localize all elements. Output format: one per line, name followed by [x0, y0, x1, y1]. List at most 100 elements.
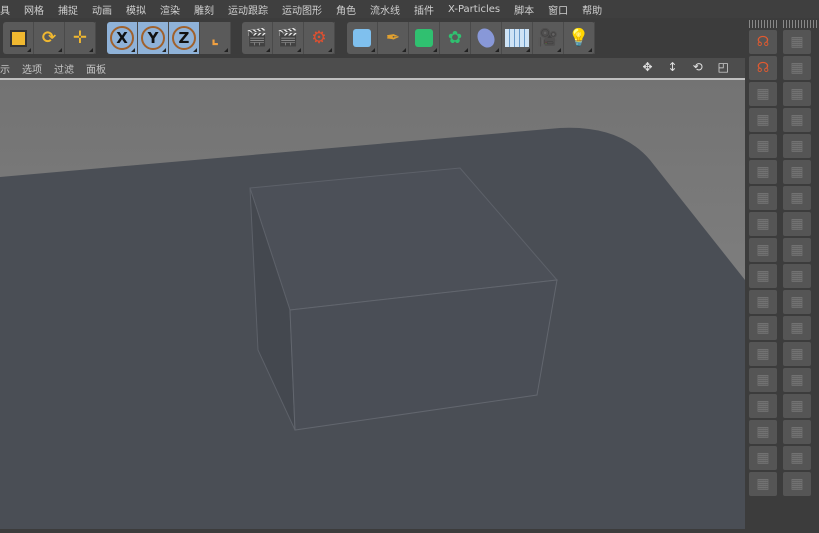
palette-tool-button[interactable]: ▦: [783, 56, 811, 80]
right-tool-palette-2: ▦ ▦ ▦ ▦ ▦ ▦ ▦ ▦ ▦ ▦ ▦ ▦ ▦ ▦ ▦ ▦ ▦ ▦: [781, 18, 819, 527]
render-picture-viewer-button[interactable]: 🎬: [273, 22, 304, 54]
tool-icon: ▦: [790, 294, 804, 310]
palette-tool-button[interactable]: ▦: [749, 290, 777, 314]
axis-x-button[interactable]: X: [107, 22, 138, 54]
palette-tool-button[interactable]: ▦: [749, 472, 777, 496]
palette-tool-button[interactable]: ▦: [783, 108, 811, 132]
light-button[interactable]: 💡: [564, 22, 595, 54]
menu-item[interactable]: 运动跟踪: [228, 2, 268, 17]
tool-icon: ▦: [790, 190, 804, 206]
axis-z-button[interactable]: Z: [169, 22, 200, 54]
palette-tool-button[interactable]: ▦: [749, 368, 777, 392]
move-button[interactable]: ✛: [65, 22, 96, 54]
palette-grip[interactable]: [749, 20, 777, 28]
palette-tool-button[interactable]: ▦: [749, 316, 777, 340]
menu-item[interactable]: 动画: [92, 2, 112, 17]
palette-tool-button[interactable]: ▦: [783, 420, 811, 444]
pen-button[interactable]: ✒: [378, 22, 409, 54]
axis-y-button[interactable]: Y: [138, 22, 169, 54]
palette-tool-button[interactable]: ▦: [783, 472, 811, 496]
axis-x-icon: X: [110, 26, 134, 50]
tool-icon: ▦: [756, 346, 770, 362]
menu-item[interactable]: X-Particles: [448, 4, 500, 15]
viewport-menu-filter[interactable]: 过滤: [54, 61, 74, 76]
palette-tool-button[interactable]: ▦: [783, 342, 811, 366]
orbit-icon[interactable]: ⟲: [693, 60, 703, 74]
camera-icon: 🎥: [537, 28, 559, 48]
maximize-view-icon[interactable]: ◰: [718, 60, 729, 74]
palette-tool-button[interactable]: ▦: [749, 394, 777, 418]
menu-item[interactable]: 网格: [24, 2, 44, 17]
tool-icon: ▦: [790, 164, 804, 180]
viewport-menu-panel[interactable]: 面板: [86, 61, 106, 76]
menu-item[interactable]: 脚本: [514, 2, 534, 17]
menu-item[interactable]: 具: [0, 2, 10, 17]
model-mode-button[interactable]: [3, 22, 34, 54]
rotate-button[interactable]: ⟳: [34, 22, 65, 54]
menu-item[interactable]: 捕捉: [58, 2, 78, 17]
palette-tool-button[interactable]: ▦: [749, 160, 777, 184]
tool-icon: ▦: [756, 372, 770, 388]
tool-icon: ▦: [790, 138, 804, 154]
palette-tool-button[interactable]: ▦: [749, 446, 777, 470]
menu-item[interactable]: 流水线: [370, 2, 400, 17]
menu-item[interactable]: 窗口: [548, 2, 568, 17]
render-group: 🎬 🎬 ⚙: [242, 22, 335, 54]
palette-tool-button[interactable]: ▦: [783, 238, 811, 262]
palette-tool-button[interactable]: ▦: [749, 238, 777, 262]
floor-button[interactable]: [502, 22, 533, 54]
palette-tool-button[interactable]: ▦: [783, 394, 811, 418]
cloner-button[interactable]: ✿: [440, 22, 471, 54]
palette-tool-button[interactable]: ▦: [783, 316, 811, 340]
palette-tool-button[interactable]: ▦: [783, 160, 811, 184]
3d-viewport[interactable]: [0, 78, 745, 529]
axis-z-icon: Z: [172, 26, 196, 50]
subdivision-button[interactable]: [409, 22, 440, 54]
tool-icon: ▦: [790, 268, 804, 284]
menu-item[interactable]: 角色: [336, 2, 356, 17]
dolly-icon[interactable]: ↕: [668, 60, 678, 74]
palette-tool-button[interactable]: ▦: [783, 446, 811, 470]
menu-item[interactable]: 渲染: [160, 2, 180, 17]
palette-tool-button[interactable]: ▦: [749, 108, 777, 132]
palette-tool-button[interactable]: ▦: [783, 212, 811, 236]
palette-tool-button[interactable]: ▦: [749, 82, 777, 106]
tool-icon: ▦: [790, 60, 804, 76]
palette-tool-button[interactable]: ▦: [783, 368, 811, 392]
cloner-icon: ✿: [447, 28, 463, 48]
camera-button[interactable]: 🎥: [533, 22, 564, 54]
render-view-button[interactable]: 🎬: [242, 22, 273, 54]
palette-tool-button[interactable]: ▦: [783, 290, 811, 314]
menu-item[interactable]: 模拟: [126, 2, 146, 17]
menu-item[interactable]: 帮助: [582, 2, 602, 17]
palette-tool-button[interactable]: ▦: [749, 342, 777, 366]
palette-tool-button[interactable]: ▦: [749, 264, 777, 288]
palette-tool-button[interactable]: ☊: [749, 30, 777, 54]
tool-icon: ▦: [790, 86, 804, 102]
palette-tool-button[interactable]: ▦: [749, 212, 777, 236]
palette-grip[interactable]: [783, 20, 817, 28]
menu-item[interactable]: 运动图形: [282, 2, 322, 17]
palette-tool-button[interactable]: ▦: [749, 420, 777, 444]
tool-icon: ▦: [756, 398, 770, 414]
cube-button[interactable]: [347, 22, 378, 54]
toolbar: ⟳ ✛ X Y Z ⌞ 🎬 🎬 ⚙ ✒ ✿ 🎥 💡: [0, 20, 745, 56]
palette-tool-button[interactable]: ☊: [749, 56, 777, 80]
palette-tool-button[interactable]: ▦: [749, 186, 777, 210]
pan-icon[interactable]: ✥: [642, 60, 652, 74]
palette-tool-button[interactable]: ▦: [783, 82, 811, 106]
render-settings-button[interactable]: ⚙: [304, 22, 335, 54]
menu-item[interactable]: 雕刻: [194, 2, 214, 17]
deformer-button[interactable]: [471, 22, 502, 54]
viewport-menu-options[interactable]: 选项: [22, 61, 42, 76]
palette-tool-button[interactable]: ▦: [783, 264, 811, 288]
render-settings-icon: ⚙: [311, 28, 327, 48]
palette-tool-button[interactable]: ▦: [783, 30, 811, 54]
model-mode-icon: [9, 29, 27, 47]
palette-tool-button[interactable]: ▦: [783, 186, 811, 210]
coordinate-system-button[interactable]: ⌞: [200, 22, 231, 54]
palette-tool-button[interactable]: ▦: [749, 134, 777, 158]
palette-tool-button[interactable]: ▦: [783, 134, 811, 158]
viewport-menu-display[interactable]: 示: [0, 61, 10, 76]
menu-item[interactable]: 插件: [414, 2, 434, 17]
